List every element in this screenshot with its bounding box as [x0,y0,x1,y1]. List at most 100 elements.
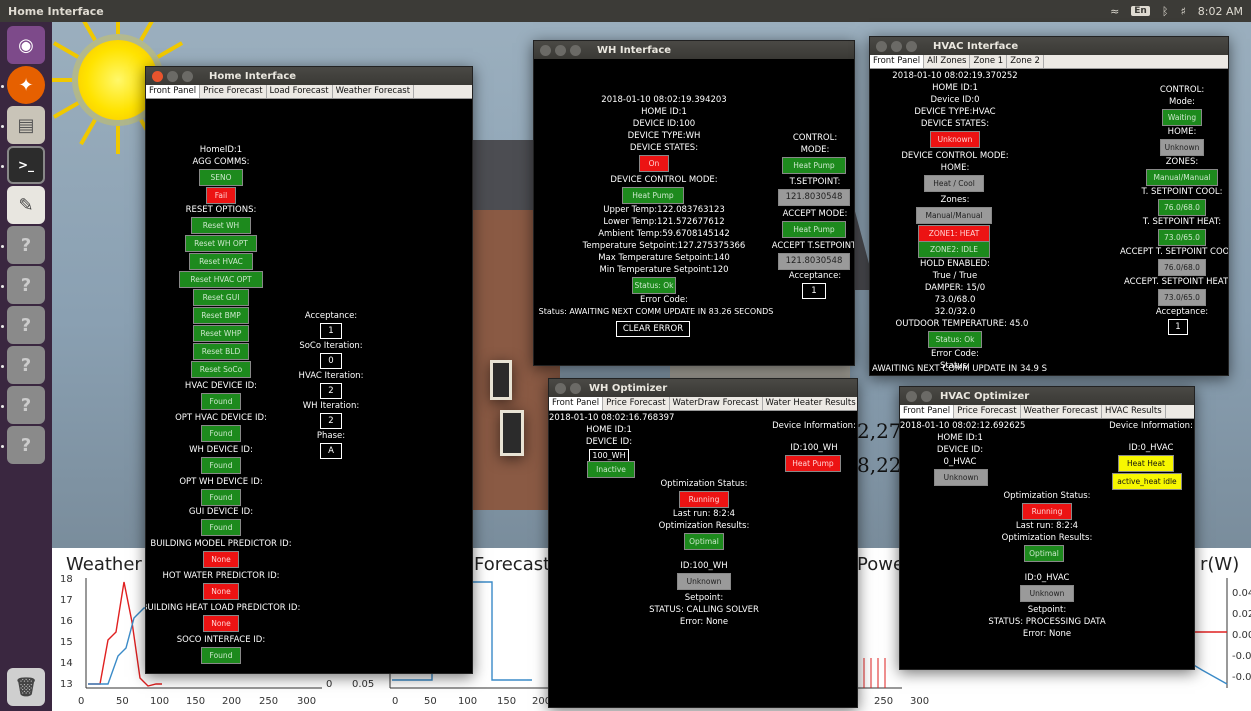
bluetooth-icon[interactable]: ᛒ [1162,5,1169,18]
clock[interactable]: 8:02 AM [1198,5,1243,18]
tab-price-forecast[interactable]: Price Forecast [200,85,267,98]
timestamp: 2018-01-10 08:02:16.768397 [549,413,675,423]
tab-front-panel[interactable]: Front Panel [870,55,925,68]
control-mode-button[interactable]: Waiting [1162,109,1202,126]
firefox-icon[interactable]: ✦ [7,66,45,104]
minimize-icon[interactable] [555,44,566,56]
close-icon[interactable] [876,40,887,52]
unknown-app-icon[interactable]: ? [7,346,45,384]
reset-hvac-opt-button[interactable]: Reset HVAC OPT [179,271,263,288]
reset-hvac-button[interactable]: Reset HVAC [189,253,253,270]
reset-wh-opt-button[interactable]: Reset WH OPT [185,235,257,252]
wh-interface-window: WH Interface 2018-01-10 08:02:19.394203 … [533,40,855,366]
heat-cool-mode: Heat / Cool [924,175,984,192]
opt-wh-device-id-label: OPT WH DEVICE ID: [179,477,263,487]
tab-weather-forecast[interactable]: Weather Forecast [333,85,415,98]
device-inactive-badge: Inactive [587,461,635,478]
t-setpoint-field[interactable]: 121.8030548 [778,189,850,206]
tab-bar: Front Panel Price Forecast Load Forecast… [146,85,472,99]
tab-load-forecast[interactable]: Load Forecast [267,85,333,98]
files-icon[interactable]: ▤ [7,106,45,144]
unknown-app-icon[interactable]: ? [7,266,45,304]
acceptance-label: Acceptance: [304,311,358,321]
device-unknown-badge: Unknown [934,469,988,486]
maximize-icon[interactable] [182,70,193,82]
titlebar[interactable]: HVAC Optimizer [900,387,1194,405]
window-title: WH Optimizer [589,382,668,394]
close-icon[interactable] [540,44,551,56]
close-icon[interactable] [906,390,917,402]
minimize-icon[interactable] [921,390,932,402]
unknown-app-icon[interactable]: ? [7,306,45,344]
wh-iteration-value: 2 [320,413,342,429]
overlap-text: 2,27 [857,419,902,443]
tab-price-forecast[interactable]: Price Forecast [603,397,670,410]
titlebar[interactable]: HVAC Interface [870,37,1228,55]
reset-bmp-button[interactable]: Reset BMP [193,307,249,324]
device-id-label: DEVICE ID: [936,445,984,455]
result-id: ID:100_WH [680,561,728,571]
minimize-icon[interactable] [167,70,178,82]
tab-zone-2[interactable]: Zone 2 [1007,55,1044,68]
ubuntu-icon[interactable]: ◉ [7,26,45,64]
control-label: CONTROL: [792,133,838,143]
control-mode-button[interactable]: Heat Pump [782,157,846,174]
setpoint-cool-field[interactable]: 76.0/68.0 [1158,199,1206,216]
titlebar[interactable]: WH Optimizer [549,379,857,397]
maximize-icon[interactable] [570,44,581,56]
top-panel: Home Interface ≈ En ᛒ ♯ 8:02 AM [0,0,1251,22]
tab-front-panel[interactable]: Front Panel [146,85,201,98]
phase-label: Phase: [316,431,346,441]
system-tray: ≈ En ᛒ ♯ 8:02 AM [1110,5,1243,18]
temperature-1: 73.0/68.0 [934,295,976,305]
clear-error-button[interactable]: CLEAR ERROR [616,321,690,337]
text-editor-icon[interactable]: ✎ [7,186,45,224]
reset-soco-button[interactable]: Reset SoCo [191,361,251,378]
minimize-icon[interactable] [570,382,581,394]
zones-label: Zones: [940,195,970,205]
tab-zone-1[interactable]: Zone 1 [970,55,1008,68]
status-line: STATUS: PROCESSING DATA [988,617,1106,627]
max-setpoint: Max Temperature Setpoint:140 [598,253,730,263]
reset-gui-button[interactable]: Reset GUI [193,289,249,306]
tab-front-panel[interactable]: Front Panel [900,405,955,418]
tab-front-panel[interactable]: Front Panel [549,397,604,410]
accept-heat-value: 73.0/65.0 [1158,289,1206,306]
setpoint-label: Setpoint: [684,593,724,603]
unknown-app-icon[interactable]: ? [7,426,45,464]
volume-icon[interactable]: ♯ [1180,5,1185,18]
acceptance-label: Acceptance: [1155,307,1209,317]
reset-whp-button[interactable]: Reset WHP [193,325,249,342]
acceptance-value: 1 [320,323,342,339]
home-id: HOME ID:1 [937,433,983,443]
device-type: DEVICE TYPE:HVAC [914,107,996,117]
setpoint-heat-field[interactable]: 73.0/65.0 [1158,229,1206,246]
reset-bld-button[interactable]: Reset BLD [193,343,249,360]
zones-mode-button[interactable]: Manual/Manual [1146,169,1218,186]
titlebar[interactable]: Home Interface [146,67,472,85]
keyboard-layout-indicator[interactable]: En [1131,6,1150,16]
status-line: AWAITING NEXT COMM UPDATE IN 34.9 S [872,364,1048,374]
unknown-app-icon[interactable]: ? [7,386,45,424]
wifi-icon[interactable]: ≈ [1110,5,1119,18]
trash-icon[interactable]: 🗑 [7,668,45,706]
optimization-status-label: Optimization Status: [1003,491,1091,501]
home-mode-button[interactable]: Unknown [1160,139,1204,156]
home-id: HomeID:1 [199,145,243,155]
close-icon[interactable] [152,70,163,82]
unknown-app-icon[interactable]: ? [7,226,45,264]
tab-hvac-results[interactable]: HVAC Results [1102,405,1166,418]
tab-water-heater-results[interactable]: Water Heater Results [763,397,857,410]
close-icon[interactable] [555,382,566,394]
status-line: STATUS: CALLING SOLVER [649,605,759,615]
tab-all-zones[interactable]: All Zones [924,55,971,68]
reset-wh-button[interactable]: Reset WH [191,217,251,234]
minimize-icon[interactable] [891,40,902,52]
terminal-icon[interactable]: >_ [7,146,45,184]
tab-price-forecast[interactable]: Price Forecast [954,405,1021,418]
maximize-icon[interactable] [906,40,917,52]
acceptance-value: 1 [802,283,826,299]
titlebar[interactable]: WH Interface [534,41,854,59]
tab-waterdraw-forecast[interactable]: WaterDraw Forecast [670,397,763,410]
tab-weather-forecast[interactable]: Weather Forecast [1021,405,1103,418]
